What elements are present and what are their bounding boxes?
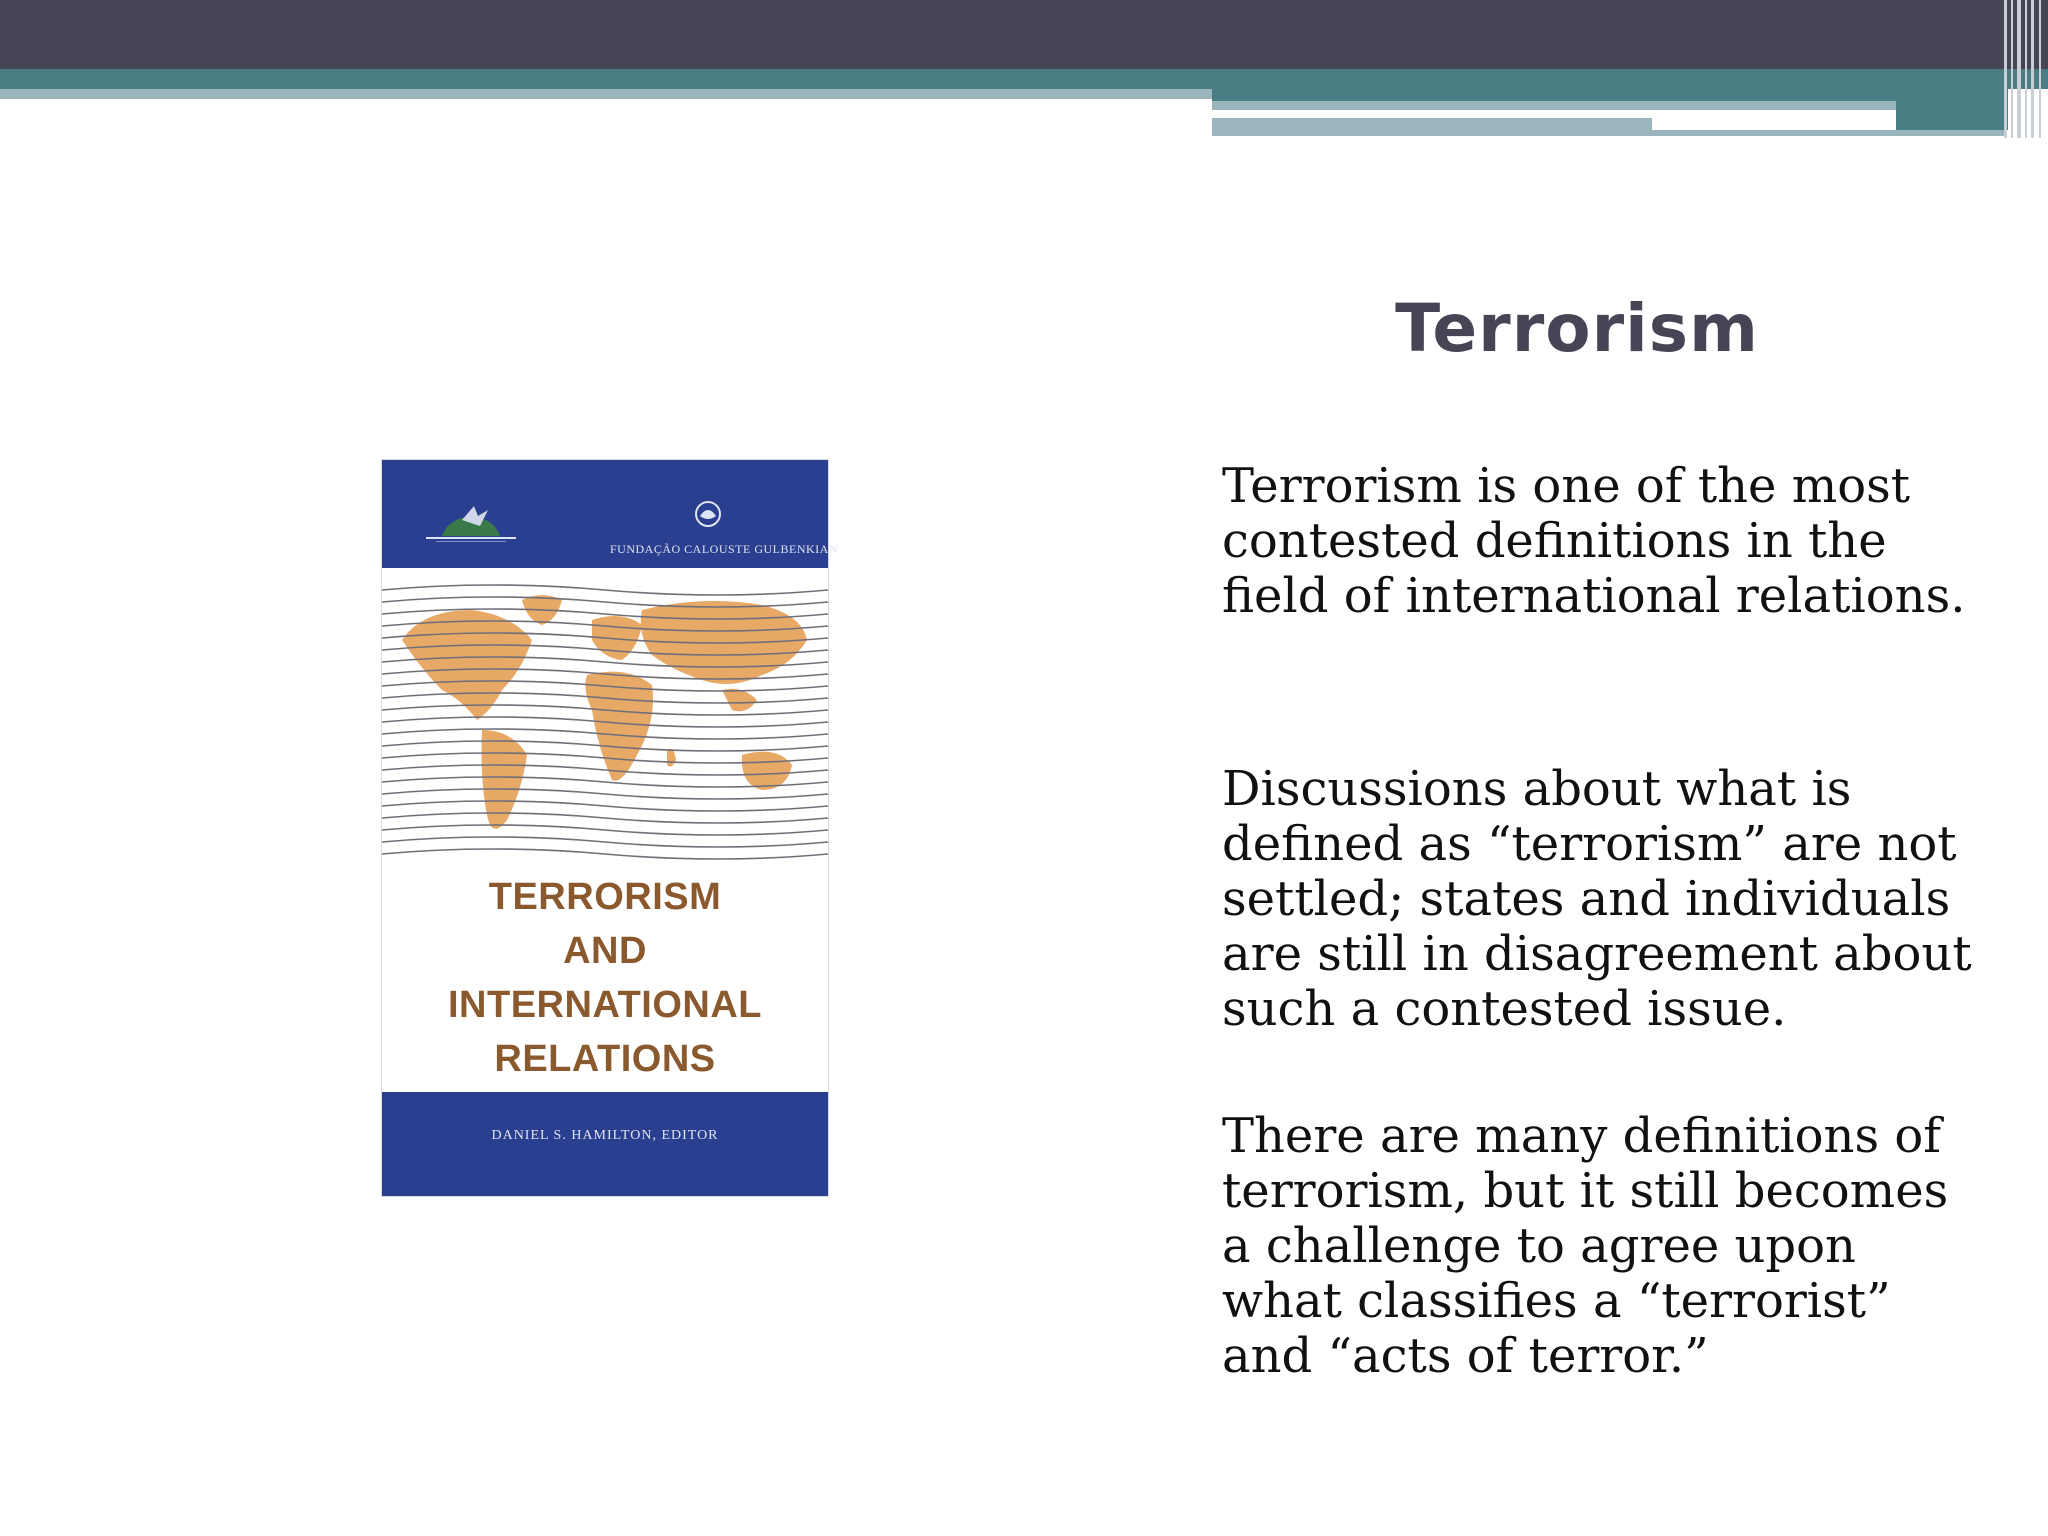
header-bar-teal-right-tail xyxy=(1896,101,2008,130)
book-title-line-3: INTERNATIONAL xyxy=(448,984,762,1026)
header-bar-teal xyxy=(0,69,2048,89)
book-title: TERRORISM AND INTERNATIONAL RELATIONS xyxy=(382,870,828,1086)
foundation-logo-icon xyxy=(695,501,721,527)
book-publisher: FUNDAÇÃO CALOUSTE GULBENKIAN xyxy=(610,542,838,556)
paragraph-1: Terrorism is one of the most contested d… xyxy=(1222,458,1966,624)
book-cover-image: FUNDAÇÃO CALOUSTE GULBENKIAN TERRORISM A… xyxy=(382,460,838,1196)
book-editor: DANIEL S. HAMILTON, EDITOR xyxy=(491,1128,719,1143)
header-stripes xyxy=(2000,0,2048,138)
book-title-line-4: RELATIONS xyxy=(494,1038,716,1080)
header-bar-light-right-lower xyxy=(1212,118,1652,136)
header-bar-teal-right xyxy=(1212,89,2008,101)
book-cover-bottom-band xyxy=(382,1092,828,1196)
slide-title: Terrorism xyxy=(1395,290,1759,367)
header-bar-light xyxy=(0,89,1212,99)
slide: Terrorism Terrorism is one of the most c… xyxy=(0,0,2048,1536)
world-map-illustration xyxy=(382,584,828,860)
paragraph-2: Discussions about what is defined as “te… xyxy=(1222,761,1972,1037)
header-bar-light-right-thin xyxy=(1652,130,2006,136)
institute-logo-icon xyxy=(426,506,516,542)
header-bar-light-right xyxy=(1212,101,1896,110)
book-cover-top-band: FUNDAÇÃO CALOUSTE GULBENKIAN xyxy=(382,460,838,568)
header-bar-dark xyxy=(0,0,2048,69)
book-title-line-1: TERRORISM xyxy=(488,876,722,918)
paragraph-3: There are many definitions of terrorism,… xyxy=(1222,1108,1949,1384)
book-title-line-2: AND xyxy=(563,930,647,972)
